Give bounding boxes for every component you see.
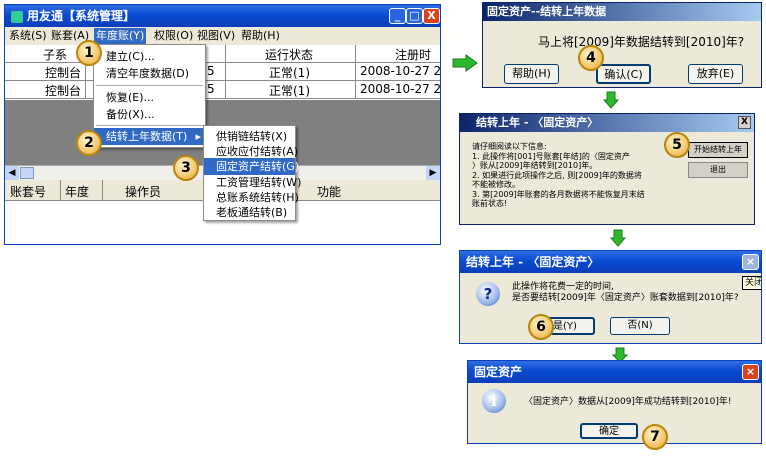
row2-num: 5 — [207, 82, 215, 96]
question-line: 此操作将花费一定的时间, — [512, 282, 614, 292]
submenu-arrow-icon: ▸ — [195, 130, 201, 143]
menu-item-backup[interactable]: 备份(X)... — [94, 106, 205, 123]
info-line: 请仔细阅读以下信息: — [472, 142, 547, 151]
info-line: 3. 第[2009]年账套的各月数据将不能恢复月末结 — [472, 189, 645, 199]
info-dialog-title: 结转上年 - 〈固定资产〉 — [460, 114, 754, 132]
close-button[interactable]: × — [742, 364, 759, 380]
info-line: 不能被修改。 — [472, 180, 520, 189]
col-status: 运行状态 — [265, 48, 314, 62]
arrow-right-icon — [452, 54, 478, 72]
step-marker-7: 7 — [642, 424, 668, 450]
row1-status: 正常(1) — [269, 66, 310, 80]
row1-num: 5 — [207, 64, 215, 78]
abandon-button[interactable]: 放弃(E) — [688, 64, 743, 84]
row2-status: 正常(1) — [269, 84, 310, 98]
close-button[interactable]: × — [742, 254, 759, 270]
main-window-title: 用友通【系统管理】 — [27, 9, 136, 23]
main-window-titlebar[interactable]: 用友通【系统管理】 — [5, 5, 440, 27]
menu-view[interactable]: 视图(V) — [197, 27, 235, 45]
submenu-item-boss[interactable]: 老板通结转(B) — [204, 204, 295, 221]
row2-time: 2008-10-27 2 — [360, 82, 441, 96]
scroll-thumb[interactable] — [20, 167, 34, 179]
info-dialog: 结转上年 - 〈固定资产〉 X 请仔细阅读以下信息: 1. 此操作将[001]号… — [459, 113, 755, 225]
info-line: 〉账从[2009]年结转到[2010]年。 — [472, 161, 598, 170]
col-subsystem: 子系 — [43, 48, 68, 62]
menu-system[interactable]: 系统(S) — [9, 27, 47, 45]
row1-time: 2008-10-27 2 — [360, 64, 441, 78]
grid-top: 子系 运行状态 注册时 控制台 5 正常(1) 2008-10-27 2 控制台… — [5, 45, 440, 100]
question-icon: ? — [476, 282, 500, 306]
col-operator: 操作员 — [125, 185, 162, 199]
grid-divider — [60, 180, 61, 200]
grid-top-header: 子系 运行状态 注册时 — [5, 45, 440, 63]
menubar: 系统(S) 账套(A) 年度账(Y) 权限(O) 视图(V) 帮助(H) — [5, 27, 440, 45]
menu-item-create[interactable]: 建立(C)... — [94, 48, 205, 65]
minimize-button[interactable]: _ — [389, 8, 406, 24]
submenu-item-fixed-assets[interactable]: 固定资产结转(G) — [204, 158, 299, 175]
info-line: 2. 如果进行此项操作之后, 则[2009]年的数据将 — [472, 170, 642, 180]
info-text: 请仔细阅读以下信息: 1. 此操作将[001]号账套[年结]的〈固定资产 〉账从… — [472, 142, 645, 209]
help-button[interactable]: 帮助(H) — [504, 64, 559, 84]
col-function: 功能 — [317, 185, 342, 199]
step-marker-2: 2 — [76, 130, 102, 156]
col-year: 年度 — [65, 185, 90, 199]
close-button[interactable]: X — [423, 8, 440, 24]
scroll-left-icon[interactable]: ◀ — [5, 166, 19, 180]
question-line: 是否要结转[2009]年〈固定资产〉账套数据到[2010]年? — [512, 293, 739, 303]
col-register-time: 注册时 — [395, 48, 432, 62]
step-marker-3: 3 — [173, 155, 199, 181]
menu-separator — [96, 85, 203, 86]
menu-item-clear-year-data[interactable]: 清空年度数据(D) — [94, 65, 205, 82]
exit-button[interactable]: 退出 — [688, 162, 748, 178]
menu-item-carry-over-label: 结转上年数据(T) — [106, 130, 188, 143]
done-dialog: 固定资产 × i 〈固定资产〉数据从[2009]年成功结转到[2010]年! 确… — [467, 360, 762, 444]
app-icon — [11, 10, 23, 23]
done-message: 〈固定资产〉数据从[2009]年成功结转到[2010]年! — [524, 397, 732, 407]
close-icon[interactable]: X — [738, 116, 751, 129]
question-dialog: 结转上年 - 〈固定资产〉 × 关闭 ? 此操作将花费一定的时间, 是否要结转[… — [459, 250, 762, 344]
menu-item-restore[interactable]: 恢复(E)... — [94, 89, 205, 106]
year-account-menu: 建立(C)... 清空年度数据(D) 恢复(E)... 备份(X)... 结转上… — [93, 44, 206, 148]
confirm-button[interactable]: 确认(C) — [596, 64, 651, 84]
step-marker-4: 4 — [578, 45, 604, 71]
close-tooltip: 关闭 — [742, 276, 761, 290]
grid-divider — [102, 180, 103, 200]
question-text: 此操作将花费一定的时间, 是否要结转[2009]年〈固定资产〉账套数据到[201… — [512, 282, 739, 304]
info-line: 1. 此操作将[001]号账套[年结]的〈固定资产 — [472, 151, 630, 161]
question-dialog-title: 结转上年 - 〈固定资产〉 — [460, 251, 761, 273]
no-button[interactable]: 否(N) — [610, 317, 670, 335]
carry-over-submenu: 供销链结转(X) 应收应付结转(A) 固定资产结转(G) 工资管理结转(W) 总… — [203, 125, 301, 221]
info-icon: i — [482, 389, 506, 413]
menu-separator — [96, 125, 203, 126]
menu-help[interactable]: 帮助(H) — [241, 27, 280, 45]
row1-subsystem: 控制台 — [45, 66, 82, 80]
step-marker-6: 6 — [528, 314, 554, 340]
arrow-down-icon — [603, 91, 619, 109]
done-dialog-title: 固定资产 — [468, 361, 761, 383]
table-row[interactable]: 控制台 5 正常(1) 2008-10-27 2 — [5, 81, 440, 99]
arrow-down-icon — [610, 229, 626, 247]
menu-permission[interactable]: 权限(O) — [154, 27, 193, 45]
step-marker-5: 5 — [664, 132, 690, 158]
maximize-button[interactable]: □ — [406, 8, 423, 24]
start-carry-over-button[interactable]: 开始结转上年 — [688, 142, 748, 158]
confirm-message: 马上将[2009]年数据结转到[2010]年? — [538, 35, 745, 49]
scroll-right-icon[interactable]: ▶ — [426, 166, 440, 180]
info-line: 账前状态! — [472, 199, 508, 208]
table-row[interactable]: 控制台 5 正常(1) 2008-10-27 2 — [5, 63, 440, 81]
grid-divider — [355, 45, 356, 98]
row2-subsystem: 控制台 — [45, 84, 82, 98]
menu-item-carry-over[interactable]: 结转上年数据(T) ▸ — [94, 128, 205, 145]
step-marker-1: 1 — [76, 40, 102, 66]
confirm-dialog-title: 固定资产--结转上年数据 — [483, 3, 761, 21]
grid-divider — [225, 45, 226, 98]
menu-year-account[interactable]: 年度账(Y) — [94, 28, 147, 44]
ok-button[interactable]: 确定 — [580, 423, 638, 439]
confirm-dialog: 固定资产--结转上年数据 马上将[2009]年数据结转到[2010]年? 帮助(… — [482, 2, 762, 88]
col-account-no: 账套号 — [10, 185, 47, 199]
